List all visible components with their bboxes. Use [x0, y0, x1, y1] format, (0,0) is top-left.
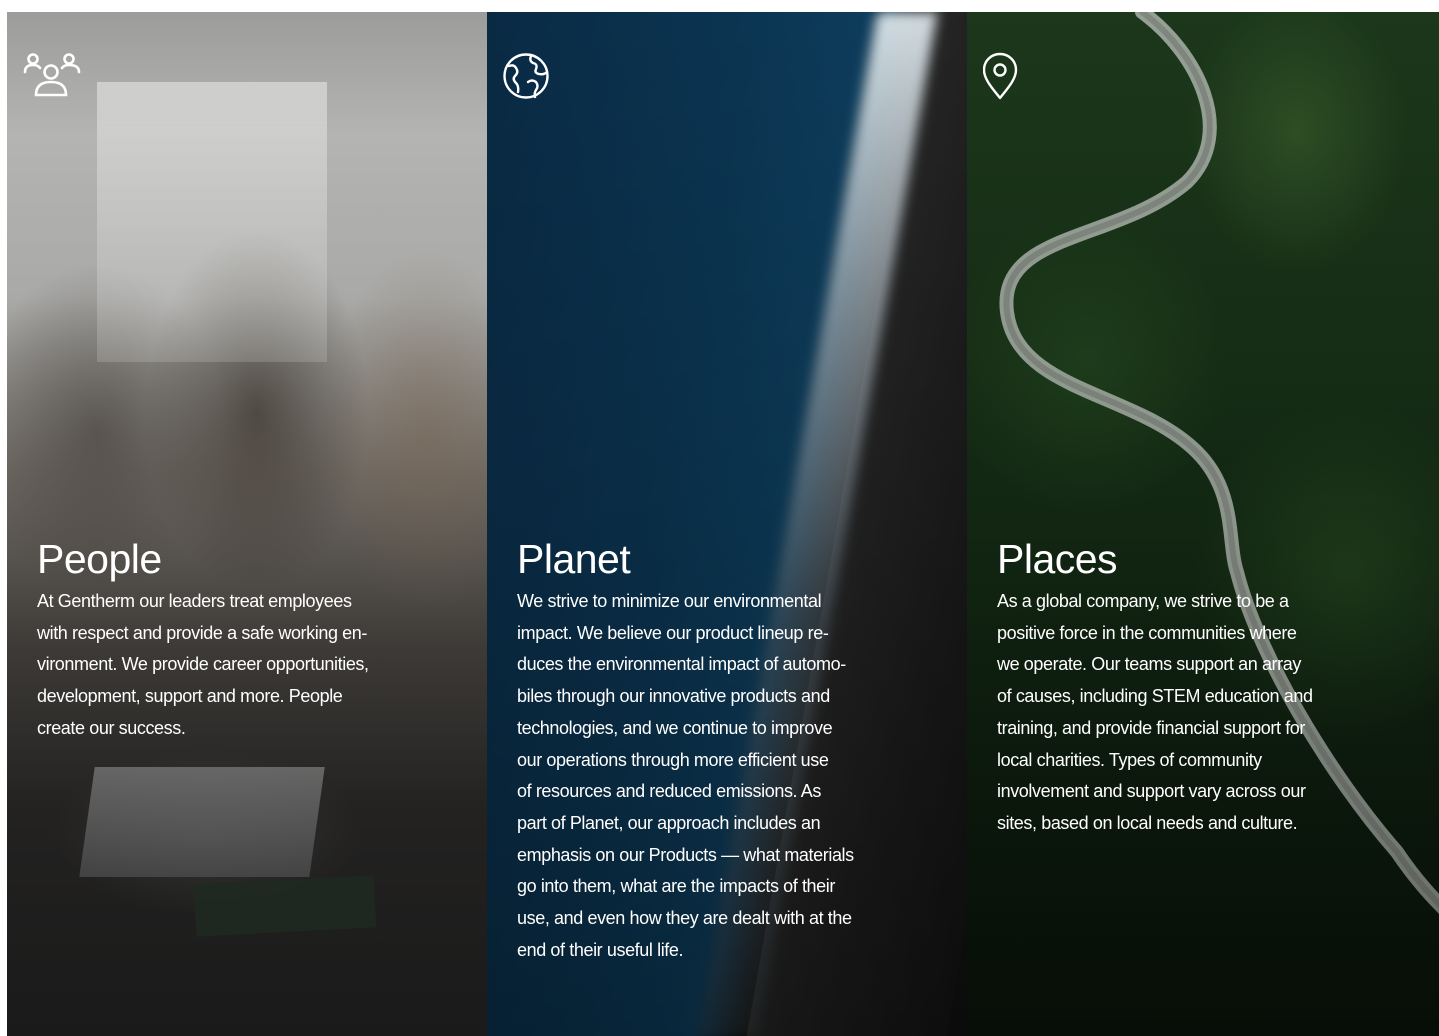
places-description-line: of causes, including STEM education and: [997, 686, 1313, 707]
places-description-line: involvement and support vary across our: [997, 781, 1306, 802]
pillars-section: People At Gentherm our leaders treat emp…: [7, 12, 1439, 1036]
people-panel: People At Gentherm our leaders treat emp…: [7, 12, 487, 1036]
places-description-line: local charities. Types of community: [997, 749, 1262, 770]
people-background-image: [7, 12, 487, 1036]
planet-description: We strive to minimize our environmental …: [517, 586, 897, 966]
planet-description-line: our operations through more efficient us…: [517, 749, 829, 770]
places-description-line: positive force in the communities where: [997, 622, 1297, 643]
people-group-icon: [23, 53, 81, 97]
planet-description-line: impact. We believe our product lineup re…: [517, 622, 829, 643]
planet-description-line: use, and even how they are dealt with at…: [517, 908, 852, 929]
people-description: At Gentherm our leaders treat employees …: [37, 586, 417, 745]
places-panel: Places As a global company, we strive to…: [967, 12, 1439, 1036]
places-title: Places: [997, 536, 1118, 582]
planet-description-line: technologies, and we continue to improve: [517, 717, 833, 738]
people-description-line: At Gentherm our leaders treat employees: [37, 591, 352, 611]
planet-description-line: duces the environmental impact of automo…: [517, 654, 846, 675]
people-description-line: development, support and more. People: [37, 686, 343, 707]
planet-content: Planet We strive to minimize our environ…: [517, 534, 897, 966]
planet-description-line: part of Planet, our approach includes an: [517, 812, 821, 833]
people-content: People At Gentherm our leaders treat emp…: [37, 534, 417, 745]
places-description-line: we operate. Our teams support an array: [997, 654, 1301, 675]
people-description-line: create our success.: [37, 717, 186, 738]
planet-description-line: biles through our innovative products an…: [517, 686, 830, 707]
people-description-line: with respect and provide a safe working …: [37, 622, 367, 643]
planet-description-line: of resources and reduced emissions. As: [517, 781, 821, 802]
places-background-image: [967, 12, 1439, 1036]
places-description-line: training, and provide financial support …: [997, 717, 1305, 738]
places-description-line: sites, based on local needs and culture.: [997, 812, 1298, 833]
people-description-line: vironment. We provide career opportuniti…: [37, 654, 369, 675]
planet-description-line: go into them, what are the impacts of th…: [517, 876, 835, 897]
planet-description-line: end of their useful life.: [517, 939, 684, 960]
planet-panel: Planet We strive to minimize our environ…: [487, 12, 967, 1036]
planet-description-line: We strive to minimize our environmental: [517, 591, 822, 611]
planet-description-line: emphasis on our Products — what material…: [517, 844, 854, 865]
planet-title: Planet: [517, 536, 631, 582]
places-description: As a global company, we strive to be a p…: [997, 586, 1377, 840]
places-content: Places As a global company, we strive to…: [997, 534, 1377, 840]
location-pin-icon: [983, 52, 1018, 100]
people-title: People: [37, 536, 162, 582]
globe-icon: [503, 53, 549, 99]
places-description-line: As a global company, we strive to be a: [997, 591, 1289, 611]
